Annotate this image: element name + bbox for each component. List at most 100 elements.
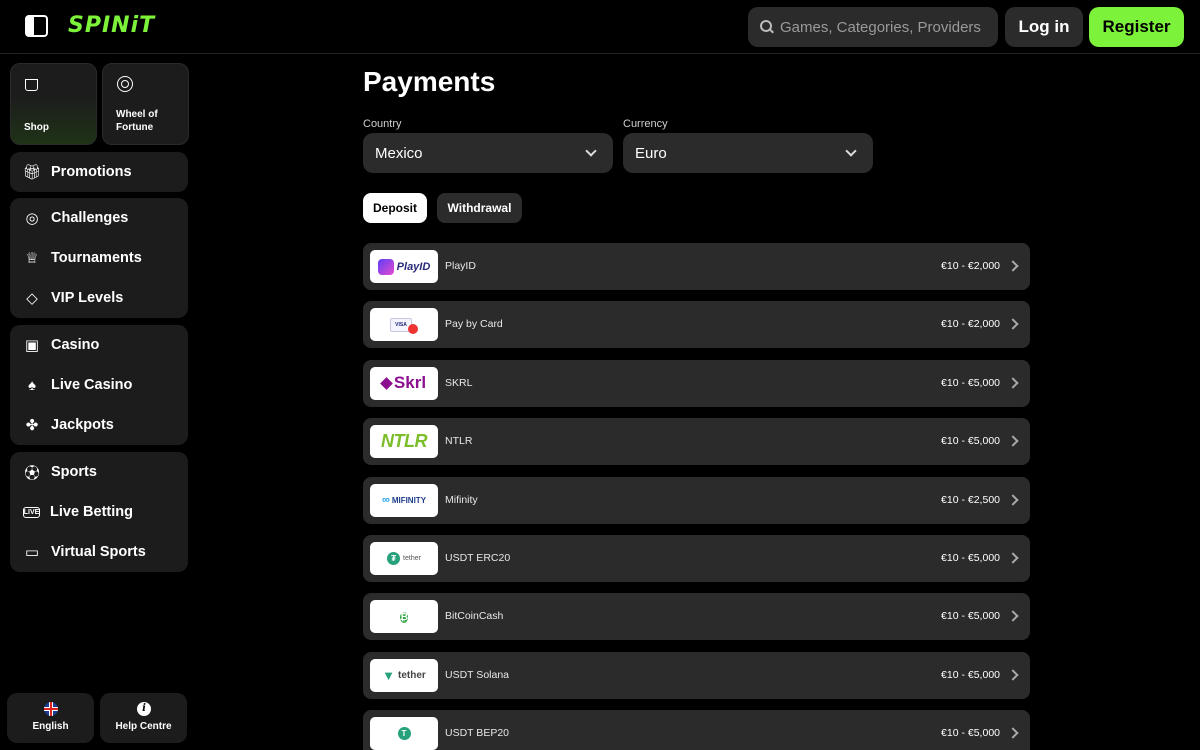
playid-logo: PlayID xyxy=(370,250,438,283)
language-button[interactable]: English xyxy=(7,693,94,743)
clover-icon: ✤ xyxy=(25,417,39,434)
payment-method-name: NTLR xyxy=(445,435,473,448)
currency-value: Euro xyxy=(635,144,667,162)
payment-method-limit: €10 - €5,000 xyxy=(941,727,1000,740)
payment-method-limit: €10 - €5,000 xyxy=(941,668,1000,681)
payment-method-row[interactable]: ₮ tether USDT ERC20 €10 - €5,000 xyxy=(363,534,1030,582)
country-value: Mexico xyxy=(375,144,423,162)
payment-method-row[interactable]: Skrl SKRL €10 - €5,000 xyxy=(363,359,1030,407)
sidebar-item-jackpots[interactable]: ✤ Jackpots xyxy=(10,405,188,445)
sidebar-item-promotions[interactable]: 🎁︎ Promotions xyxy=(10,152,188,192)
payment-method-name: Mifinity xyxy=(445,493,478,506)
sidebar-group-sports: ⚽︎ Sports LIVE Live Betting ▭ Virtual Sp… xyxy=(10,452,188,572)
payment-method-limit: €10 - €5,000 xyxy=(941,551,1000,564)
country-select[interactable]: Mexico xyxy=(363,133,613,173)
search-icon xyxy=(760,20,774,34)
chevron-down-icon xyxy=(585,145,597,157)
chevron-right-icon xyxy=(1007,318,1019,331)
shopping-bag-icon xyxy=(25,79,38,91)
mifinity-logo: ∞ MIFINITY xyxy=(370,483,438,517)
ntlr-logo: NTLR xyxy=(370,425,438,459)
payment-method-limit: €10 - €2,000 xyxy=(941,318,1000,331)
chevron-right-icon xyxy=(1007,435,1019,447)
payment-method-limit: €10 - €5,000 xyxy=(941,376,1000,389)
tab-withdrawal[interactable]: Withdrawal xyxy=(437,193,522,223)
currency-select[interactable]: Euro xyxy=(623,133,873,173)
sidebar-item-casino[interactable]: ▣ Casino xyxy=(10,325,188,365)
sidebar-item-label: VIP Levels xyxy=(51,290,124,306)
payment-method-name: Pay by Card xyxy=(445,318,503,331)
sidebar-item-challenges[interactable]: ◎ Challenges xyxy=(10,198,188,238)
sidebar-item-label: Casino xyxy=(51,337,100,353)
payment-method-row[interactable]: PlayID PlayID €10 - €2,000 xyxy=(363,243,1030,290)
sidebar-item-label: Sports xyxy=(51,464,97,480)
sidebar-item-label: Tournaments xyxy=(51,250,142,266)
sidebar-group-rewards: ◎ Challenges ♕ Tournaments ◇ VIP Levels xyxy=(10,198,188,318)
brand-logo[interactable]: SPINiT xyxy=(68,13,155,38)
payment-method-row[interactable]: VISA Pay by Card €10 - €2,000 xyxy=(363,301,1030,349)
search-input[interactable] xyxy=(780,18,990,36)
info-icon: i xyxy=(137,702,151,716)
payment-method-name: USDT BEP20 xyxy=(445,727,509,740)
gift-icon: 🎁︎ xyxy=(22,164,42,181)
shop-label: Shop xyxy=(24,122,49,133)
payment-method-row[interactable]: NTLR NTLR €10 - €5,000 xyxy=(363,418,1030,466)
target-icon: ◎ xyxy=(25,210,39,227)
payment-method-name: SKRL xyxy=(445,376,473,389)
sidebar-item-label: Virtual Sports xyxy=(51,544,146,560)
sidebar-item-vip-levels[interactable]: ◇ VIP Levels xyxy=(10,278,188,318)
shop-tile[interactable]: Shop xyxy=(10,63,97,145)
sidebar-item-sports[interactable]: ⚽︎ Sports xyxy=(10,452,188,492)
payment-method-name: PlayID xyxy=(445,260,476,272)
sidebar-item-tournaments[interactable]: ♕ Tournaments xyxy=(10,238,188,278)
payment-method-limit: €10 - €5,000 xyxy=(941,610,1000,623)
chevron-down-icon xyxy=(845,145,857,157)
tab-deposit[interactable]: Deposit xyxy=(363,193,427,223)
slot-machine-icon: ▣ xyxy=(24,337,40,354)
diamond-icon: ◇ xyxy=(26,290,38,307)
page-title: Payments xyxy=(363,66,496,97)
help-centre-label: Help Centre xyxy=(115,721,172,732)
payment-method-name: USDT ERC20 xyxy=(445,551,511,564)
payment-method-limit: €10 - €2,500 xyxy=(941,493,1000,506)
sidebar-item-label: Promotions xyxy=(51,164,132,180)
chevron-right-icon xyxy=(1007,260,1019,272)
tether-sol-logo: ▼ tether xyxy=(370,658,438,692)
chevron-right-icon xyxy=(1007,552,1019,564)
register-button[interactable]: Register xyxy=(1089,7,1184,47)
payment-method-row[interactable]: ▼ tether USDT Solana €10 - €5,000 xyxy=(363,651,1030,699)
login-button[interactable]: Log in xyxy=(1005,7,1083,47)
payment-method-name: BitCoinCash xyxy=(445,610,504,623)
sidebar-item-live-casino[interactable]: ♠ Live Casino xyxy=(10,365,188,405)
payment-method-row[interactable]: T USDT BEP20 €10 - €5,000 xyxy=(363,710,1030,750)
trophy-icon: ♕ xyxy=(25,250,39,267)
cards-icon: ♠ xyxy=(28,376,36,394)
sidebar-item-live-betting[interactable]: LIVE Live Betting xyxy=(10,492,188,532)
skrl-logo: Skrl xyxy=(370,366,438,400)
payment-method-name: USDT Solana xyxy=(445,668,510,681)
tether-bep20-logo: T xyxy=(370,717,438,750)
wheel-icon xyxy=(117,76,133,92)
wheel-of-fortune-tile[interactable]: Wheel of Fortune xyxy=(102,63,189,145)
payment-method-row[interactable]: ₿ BitCoinCash €10 - €5,000 xyxy=(363,593,1030,641)
search-box[interactable] xyxy=(748,7,998,47)
monitor-icon: ▭ xyxy=(24,544,40,561)
help-centre-button[interactable]: i Help Centre xyxy=(100,693,187,743)
payment-method-limit: €10 - €5,000 xyxy=(941,435,1000,448)
payment-methods-list: PlayID PlayID €10 - €2,000 VISA Pay by C… xyxy=(363,243,1030,750)
chevron-right-icon xyxy=(1007,377,1019,389)
tether-erc20-logo: ₮ tether xyxy=(370,541,438,575)
sidebar-item-label: Live Betting xyxy=(50,504,133,520)
bitcoin-cash-logo: ₿ xyxy=(370,600,438,634)
sidebar-item-label: Challenges xyxy=(51,210,129,226)
sidebar-toggle-icon[interactable] xyxy=(25,15,48,37)
chevron-right-icon xyxy=(1007,493,1019,506)
sidebar-item-virtual-sports[interactable]: ▭ Virtual Sports xyxy=(10,532,188,572)
sidebar-item-label: Live Casino xyxy=(51,377,133,393)
payment-method-row[interactable]: ∞ MIFINITY Mifinity €10 - €2,500 xyxy=(363,476,1030,524)
sidebar-item-label: Jackpots xyxy=(51,417,114,433)
sidebar-group-casino: ▣ Casino ♠ Live Casino ✤ Jackpots xyxy=(10,325,188,445)
chevron-right-icon xyxy=(1007,669,1019,681)
country-label: Country xyxy=(363,118,402,130)
football-icon: ⚽︎ xyxy=(24,464,40,482)
